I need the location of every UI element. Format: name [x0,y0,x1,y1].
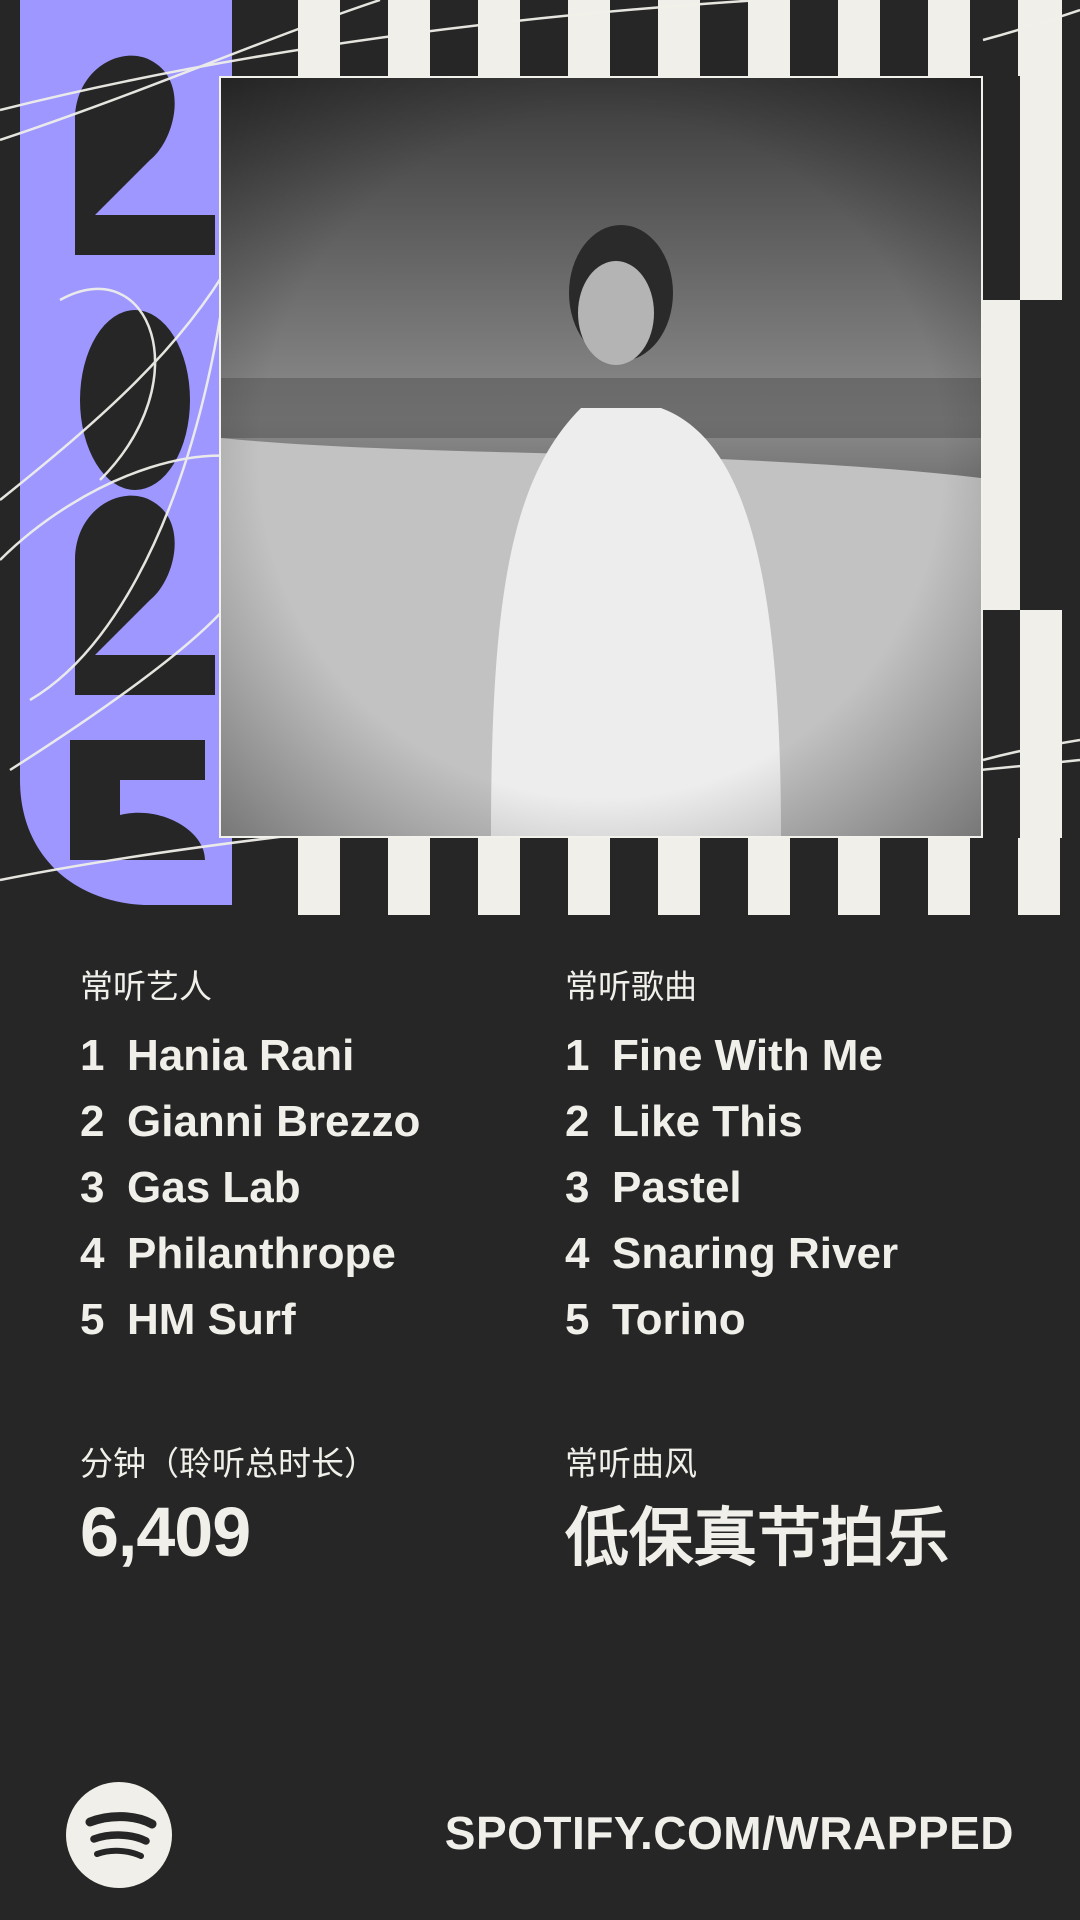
song-rank: 2 [565,1097,590,1146]
song-name: Torino [612,1295,746,1344]
top-songs-section: 常听歌曲 1 Fine With Me 2 Like This 3 Pastel… [565,965,1005,1353]
top-songs-list: 1 Fine With Me 2 Like This 3 Pastel 4 Sn… [565,1023,1005,1353]
song-item: 4 Snaring River [565,1221,1005,1287]
song-item: 1 Fine With Me [565,1023,1005,1089]
artist-name: Gas Lab [127,1163,301,1212]
top-artists-section: 常听艺人 1 Hania Rani 2 Gianni Brezzo 3 Gas … [80,965,520,1353]
artist-item: 2 Gianni Brezzo [80,1089,520,1155]
song-name: Fine With Me [612,1031,883,1080]
artist-name: HM Surf [127,1295,296,1344]
artist-rank: 2 [80,1097,105,1146]
artist-item: 3 Gas Lab [80,1155,520,1221]
artist-photo-image [221,78,981,836]
artist-rank: 1 [80,1031,105,1080]
artist-rank: 4 [80,1229,105,1278]
top-artists-label: 常听艺人 [80,967,212,1006]
artist-photo [219,76,983,838]
song-rank: 4 [565,1229,590,1278]
top-artists-list: 1 Hania Rani 2 Gianni Brezzo 3 Gas Lab 4… [80,1023,520,1353]
artist-rank: 5 [80,1295,105,1344]
hero-artwork [0,0,1080,915]
artist-item: 4 Philanthrope [80,1221,520,1287]
song-name: Like This [612,1097,803,1146]
top-songs-label: 常听歌曲 [565,967,697,1006]
top-genre-value: 低保真节拍乐 [565,1502,949,1576]
wrapped-url-link[interactable]: SPOTIFY.COM/WRAPPED [445,1806,1014,1860]
spotify-logo-icon[interactable] [66,1782,172,1888]
minutes-value: 6,409 [80,1493,251,1571]
top-genre-label: 常听曲风 [565,1444,697,1483]
song-rank: 5 [565,1295,590,1344]
song-item: 3 Pastel [565,1155,1005,1221]
song-item: 5 Torino [565,1287,1005,1353]
minutes-section: 分钟（聆听总时长） 6,409 [80,1442,520,1572]
artist-name: Gianni Brezzo [127,1097,421,1146]
top-genre-section: 常听曲风 低保真节拍乐 [565,1442,1005,1584]
artist-name: Hania Rani [127,1031,355,1080]
artist-name: Philanthrope [127,1229,396,1278]
song-rank: 3 [565,1163,590,1212]
song-rank: 1 [565,1031,590,1080]
song-name: Pastel [612,1163,742,1212]
artist-item: 5 HM Surf [80,1287,520,1353]
song-name: Snaring River [612,1229,899,1278]
minutes-label: 分钟（聆听总时长） [80,1444,377,1483]
song-item: 2 Like This [565,1089,1005,1155]
artist-item: 1 Hania Rani [80,1023,520,1089]
artist-rank: 3 [80,1163,105,1212]
